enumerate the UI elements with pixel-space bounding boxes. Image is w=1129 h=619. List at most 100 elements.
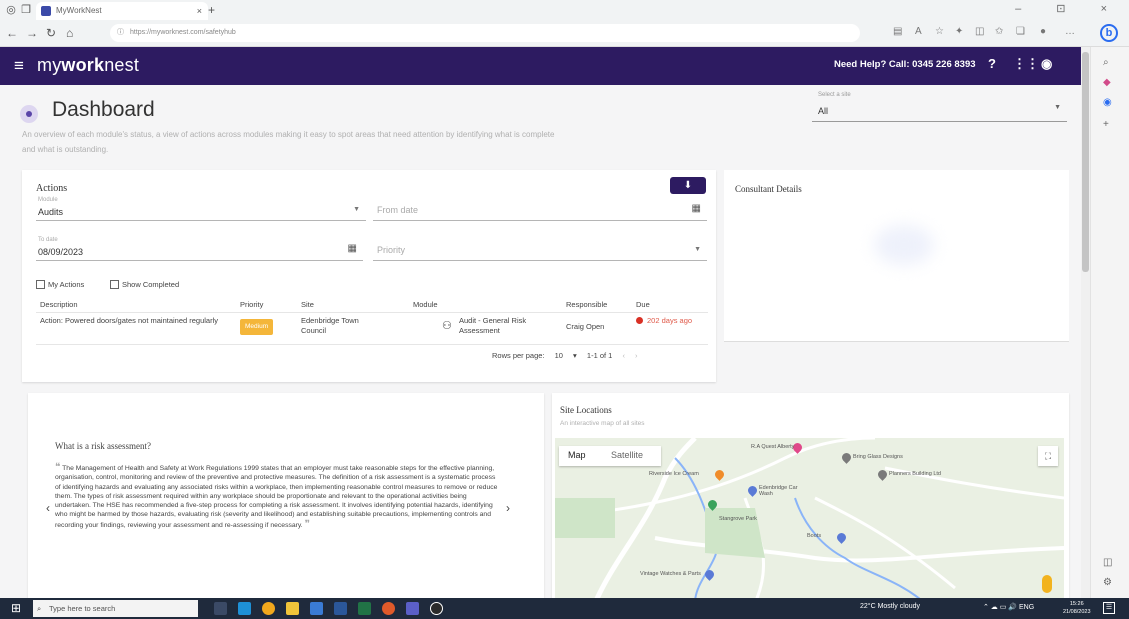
priority-badge: Medium xyxy=(240,319,274,335)
clock-date: 21/08/2023 xyxy=(1063,609,1091,615)
brand-logo[interactable]: myworknest xyxy=(37,55,139,76)
app-icon[interactable] xyxy=(382,602,395,615)
windows-start-icon[interactable]: ⊞ xyxy=(11,602,23,614)
taskbar-search-placeholder: Type here to search xyxy=(49,604,116,613)
reload-icon[interactable]: ↻ xyxy=(46,26,56,40)
address-bar[interactable]: ⓘ https://myworknest.com/safetyhub xyxy=(110,24,860,42)
priority-select[interactable]: Priority ▼ xyxy=(373,237,707,261)
dashboard-icon xyxy=(20,105,38,123)
bing-icon[interactable]: b xyxy=(1100,24,1118,42)
module-select[interactable]: Module Audits ▼ xyxy=(36,197,366,221)
row-module: Audit - General Risk Assessment xyxy=(459,316,527,335)
site-select[interactable]: Select a site All ▼ xyxy=(812,90,1067,122)
page-title: Dashboard xyxy=(52,98,155,121)
settings-icon[interactable]: ⚙ xyxy=(1103,577,1112,588)
url-text: https://myworknest.com/safetyhub xyxy=(130,29,236,36)
carousel-next-icon[interactable]: › xyxy=(506,501,510,515)
edge-icon[interactable] xyxy=(238,602,251,615)
map-tab[interactable]: Map xyxy=(568,450,586,460)
prev-page-icon[interactable]: ‹ xyxy=(622,351,625,360)
extensions-icon[interactable]: ✦ xyxy=(955,26,963,37)
pagination: Rows per page: 10 ▾ 1-1 of 1 ‹ › xyxy=(492,351,646,360)
hide-sidebar-icon[interactable]: ◫ xyxy=(1103,557,1112,568)
new-tab-button[interactable]: + xyxy=(208,3,215,17)
site-select-value: All xyxy=(818,106,829,116)
apps-grid-icon[interactable]: ⋮⋮ xyxy=(1013,56,1039,72)
taskbar-search[interactable]: ⌕ Type here to search xyxy=(33,600,198,617)
help-phone: Need Help? Call: 0345 226 8393 xyxy=(834,59,976,70)
satellite-tab[interactable]: Satellite xyxy=(611,450,643,460)
rows-per-page-select[interactable]: 10 ▾ xyxy=(555,351,577,360)
tools-icon[interactable]: ◉ xyxy=(1103,97,1112,108)
site-locations-subtitle: An interactive map of all sites xyxy=(560,420,645,427)
col-responsible[interactable]: Responsible xyxy=(566,300,607,310)
col-due[interactable]: Due xyxy=(636,300,650,310)
menu-icon[interactable]: ≡ xyxy=(14,56,24,76)
col-description[interactable]: Description xyxy=(40,300,78,310)
site-select-label: Select a site xyxy=(818,92,851,98)
favorites-icon[interactable]: ✩ xyxy=(995,26,1003,37)
carousel-prev-icon[interactable]: ‹ xyxy=(46,501,50,515)
more-icon[interactable]: … xyxy=(1065,26,1075,37)
weather[interactable]: 22°C Mostly cloudy xyxy=(860,603,920,610)
taskbar: ⊞ ⌕ Type here to search 22°C Mostly clou… xyxy=(0,598,1129,619)
col-module[interactable]: Module xyxy=(413,300,438,310)
show-completed-checkbox[interactable]: Show Completed xyxy=(110,280,179,289)
info-icon[interactable]: ⓘ xyxy=(117,24,124,42)
collections-icon[interactable]: ❏ xyxy=(1016,26,1025,37)
col-priority[interactable]: Priority xyxy=(240,300,263,310)
tab-actions-icon[interactable]: ❐ xyxy=(20,4,32,16)
page-range: 1-1 of 1 xyxy=(586,351,613,360)
col-site[interactable]: Site xyxy=(301,300,314,310)
read-aloud-icon[interactable]: A xyxy=(915,26,922,37)
map-pin-label: R.A Quest Alberty xyxy=(751,444,795,450)
file-explorer-icon[interactable] xyxy=(286,602,299,615)
home-icon[interactable]: ⌂ xyxy=(66,26,73,40)
settings-icon[interactable] xyxy=(430,602,443,615)
teams-icon[interactable] xyxy=(406,602,419,615)
shopping-icon[interactable]: ◆ xyxy=(1103,77,1111,88)
browser-tab[interactable]: MyWorkNest × xyxy=(36,2,208,20)
calendar-icon[interactable]: ▦ xyxy=(348,243,357,254)
search-icon[interactable]: ⌕ xyxy=(1103,57,1109,68)
language-indicator: ENG xyxy=(1018,604,1035,611)
system-tray[interactable]: ⌃ ☁ ▭ 🔊 ENG xyxy=(983,603,1034,611)
outlook-icon[interactable] xyxy=(310,602,323,615)
row-responsible: Craig Open xyxy=(566,322,605,331)
close-tab-icon[interactable]: × xyxy=(197,2,202,20)
fullscreen-icon[interactable]: ⛶ xyxy=(1038,446,1058,466)
split-icon[interactable]: ◫ xyxy=(975,26,984,37)
help-icon[interactable]: ? xyxy=(988,56,996,71)
clock[interactable]: 15:26 21/08/2023 xyxy=(1063,600,1091,616)
from-date-field[interactable]: From date ▦ xyxy=(373,197,707,221)
task-view-icon[interactable] xyxy=(214,602,227,615)
add-icon[interactable]: + xyxy=(1103,119,1109,130)
download-button[interactable]: ⬇ xyxy=(670,177,706,194)
favorite-icon[interactable]: ☆ xyxy=(935,26,944,37)
profile-avatar-icon[interactable]: ● xyxy=(1040,26,1046,37)
open-quote-icon: ❝ xyxy=(55,462,61,473)
map-pin-label: Boots xyxy=(807,533,822,539)
site-map[interactable]: Map Satellite ⛶ R.A Quest Alberty Rivers… xyxy=(555,438,1064,598)
my-actions-checkbox[interactable]: My Actions xyxy=(36,280,84,289)
account-icon[interactable]: ◉ xyxy=(1041,56,1052,72)
scrollbar-thumb[interactable] xyxy=(1082,52,1089,272)
calendar-icon[interactable]: ▦ xyxy=(692,203,701,214)
back-icon[interactable]: ← xyxy=(6,26,18,40)
reader-icon[interactable]: ▤ xyxy=(893,26,902,37)
clock-time: 15:26 xyxy=(1069,601,1084,607)
street-view-icon[interactable] xyxy=(1042,575,1052,593)
forward-icon[interactable]: → xyxy=(26,26,38,40)
to-date-field[interactable]: To date 08/09/2023 ▦ xyxy=(36,237,363,261)
to-date-label: To date xyxy=(38,237,58,243)
search-icon: ⌕ xyxy=(37,604,42,613)
excel-icon[interactable] xyxy=(358,602,371,615)
word-icon[interactable] xyxy=(334,602,347,615)
table-row[interactable]: Action: Powered doors/gates not maintain… xyxy=(36,313,708,345)
profile-icon[interactable]: ◎ xyxy=(5,4,17,16)
chrome-icon[interactable] xyxy=(262,602,275,615)
window-controls[interactable]: – ⊡ × xyxy=(1015,2,1123,15)
next-page-icon[interactable]: › xyxy=(635,351,638,360)
notification-icon[interactable]: ☰ xyxy=(1103,602,1115,614)
actions-table-header: Description Priority Site Module Respons… xyxy=(36,297,708,313)
